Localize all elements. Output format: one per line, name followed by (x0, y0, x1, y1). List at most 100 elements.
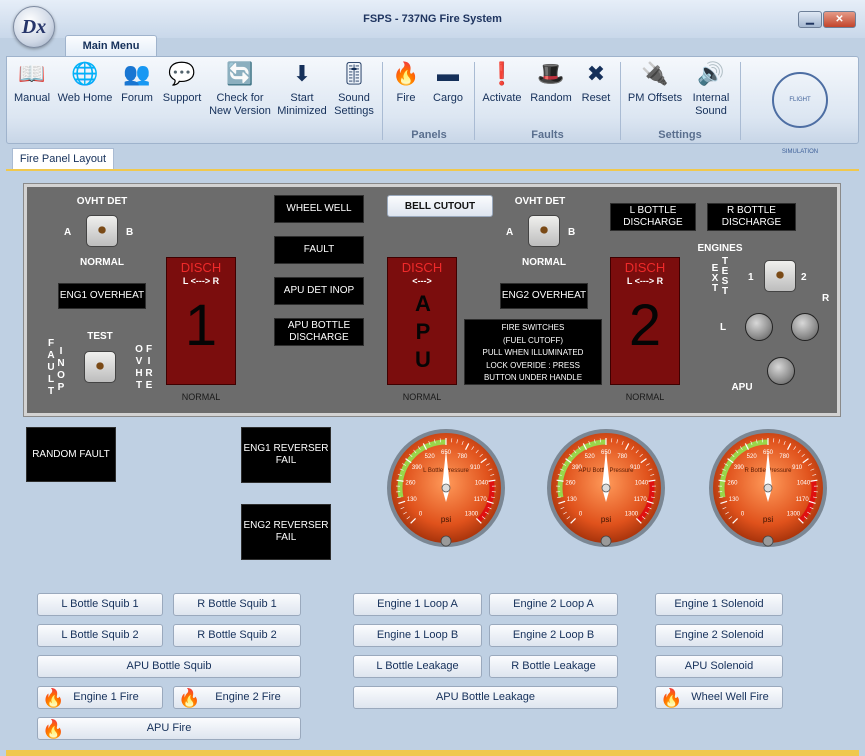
engine2-normal-label: NORMAL (625, 392, 665, 402)
ovht-det-left-switch[interactable]: ⏺ (86, 215, 118, 247)
reset-button[interactable]: ✖ Reset (576, 60, 616, 124)
reset-label: Reset (581, 92, 611, 104)
eng2-overheat-light: ENG2 OVERHEAT (500, 283, 588, 309)
ovht-vertical-label: OVHT (135, 344, 143, 391)
fire-switches-placard: FIRE SWITCHES (FUEL CUTOFF) PULL WHEN IL… (464, 319, 602, 385)
bell-cutout-button[interactable]: BELL CUTOUT (387, 195, 493, 217)
r-bottle-squib-1-button[interactable]: R Bottle Squib 1 (173, 593, 301, 616)
gauge-adjust-knob (762, 535, 774, 547)
gauge-tick-label: 780 (779, 454, 790, 460)
ext-test-l-lamp (745, 313, 773, 341)
r-bottle-pressure-gauge: 0130260390520650780910104011701300R Bott… (709, 429, 827, 547)
engine-2-loop-b-button[interactable]: Engine 2 Loop B (489, 624, 618, 647)
close-button[interactable]: ✕ (823, 11, 856, 28)
pm-offsets-button[interactable]: 🔌 PM Offsets (624, 60, 686, 124)
gauge-tick-label: 1170 (474, 497, 488, 503)
ext-test-r-label: R (822, 293, 830, 304)
disch-arrow-label: <---> (412, 276, 432, 286)
fire-icon: 🔥 (42, 688, 65, 708)
gauge-unit: psi (441, 515, 451, 524)
sound-settings-button[interactable]: 🎚 Sound Settings (330, 60, 378, 124)
disch-label: DISCH (624, 260, 666, 275)
support-icon: 💬 (168, 61, 196, 86)
gauge-hub (441, 483, 451, 493)
pm-offsets-label: PM Offsets (627, 92, 683, 104)
cargo-panel-button[interactable]: ▬ Cargo (428, 60, 468, 124)
fault-vertical-label: FAULT (47, 338, 55, 397)
apu-bottle-leakage-button[interactable]: APU Bottle Leakage (353, 686, 618, 709)
toggle-switch-icon: ⏺ (95, 358, 104, 375)
engine2-fire-handle[interactable]: DISCH L <---> R 2 (610, 257, 680, 385)
tab-fire-panel-layout[interactable]: Fire Panel Layout (12, 148, 114, 170)
ext-test-switch[interactable]: ⏺ (764, 260, 796, 292)
engine-2-fire-button[interactable]: 🔥 Engine 2 Fire (173, 686, 301, 709)
fire-vertical-label: FIRE (145, 344, 153, 391)
ovht-det-left-label: OVHT DET (76, 196, 128, 207)
ovht-det-right-label: OVHT DET (514, 196, 566, 207)
group-label-settings: Settings (658, 129, 702, 141)
engine-2-loop-a-button[interactable]: Engine 2 Loop A (489, 593, 618, 616)
engine-1-fire-button[interactable]: 🔥 Engine 1 Fire (37, 686, 163, 709)
internal-sound-button[interactable]: 🔊 Internal Sound (688, 60, 734, 124)
tab-main-menu[interactable]: Main Menu (65, 35, 157, 57)
ovht-det-right-b-label: B (568, 227, 576, 238)
gauge-tick-label: 390 (412, 465, 423, 471)
gauge-tick-label: 1040 (475, 480, 489, 486)
ext-test-r-lamp (791, 313, 819, 341)
manual-button[interactable]: 📖 Manual (9, 60, 55, 124)
engine-1-loop-a-button[interactable]: Engine 1 Loop A (353, 593, 482, 616)
l-bottle-squib-2-button[interactable]: L Bottle Squib 2 (37, 624, 163, 647)
update-icon: 🔄 (226, 61, 254, 86)
engine-2-solenoid-button[interactable]: Engine 2 Solenoid (655, 624, 783, 647)
support-button[interactable]: 💬 Support (158, 60, 206, 124)
inop-vertical-label: INOP (57, 346, 65, 393)
apu-fire-button[interactable]: 🔥 APU Fire (37, 717, 301, 740)
minimize-button[interactable]: ▁ (798, 11, 822, 28)
ovht-det-right-switch[interactable]: ⏺ (528, 215, 560, 247)
l-bottle-squib-1-button[interactable]: L Bottle Squib 1 (37, 593, 163, 616)
group-label-faults: Faults (531, 129, 564, 141)
apu-fire-handle[interactable]: DISCH <---> APU (387, 257, 457, 385)
r-bottle-discharge-light: R BOTTLE DISCHARGE (707, 203, 796, 231)
ovht-det-right-a-label: A (506, 227, 514, 238)
web-home-icon: 🌐 (71, 61, 99, 86)
engine1-fire-handle[interactable]: DISCH L <---> R 1 (166, 257, 236, 385)
apu-bottle-squib-button[interactable]: APU Bottle Squib (37, 655, 301, 678)
r-bottle-squib-2-button[interactable]: R Bottle Squib 2 (173, 624, 301, 647)
support-label: Support (162, 92, 202, 104)
gauge-tick-label: 260 (565, 480, 576, 486)
disch-number: 2 (628, 293, 662, 358)
reset-icon: ✖ (586, 61, 606, 86)
ext-test-apu-lamp (767, 357, 795, 385)
engine-1-loop-b-button[interactable]: Engine 1 Loop B (353, 624, 482, 647)
app-icon[interactable]: Dx (13, 6, 55, 48)
ovht-det-left-b-label: B (126, 227, 134, 238)
ovht-det-left-normal: NORMAL (80, 257, 124, 268)
gauge-adjust-knob (600, 535, 612, 547)
start-minimized-button[interactable]: ⬇ Start Minimized (275, 60, 329, 124)
gauge-tick-label: 130 (729, 497, 740, 503)
ext-vertical-label: EXT (711, 263, 719, 294)
l-bottle-leakage-button[interactable]: L Bottle Leakage (353, 655, 482, 678)
check-version-button[interactable]: 🔄 Check for New Version (207, 60, 273, 124)
random-button[interactable]: 🎩 Random (527, 60, 575, 124)
ext-test-2-label: 2 (801, 272, 807, 283)
fire-panel-button[interactable]: 🔥 Fire (386, 60, 426, 124)
forum-button[interactable]: 👥 Forum (116, 60, 158, 124)
gauge-tick-label: 520 (747, 454, 758, 460)
apu-solenoid-button[interactable]: APU Solenoid (655, 655, 783, 678)
ext-test-l-label: L (720, 322, 727, 333)
web-home-button[interactable]: 🌐 Web Home (56, 60, 114, 124)
forum-icon: 👥 (123, 61, 151, 86)
wheel-well-fire-button[interactable]: 🔥 Wheel Well Fire (655, 686, 783, 709)
r-bottle-leakage-button[interactable]: R Bottle Leakage (489, 655, 618, 678)
activate-button[interactable]: ❗ Activate (478, 60, 526, 124)
activate-label: Activate (482, 92, 522, 104)
test-switch[interactable]: ⏺ (84, 351, 116, 383)
test-label: TEST (87, 331, 113, 342)
engine1-normal-label: NORMAL (181, 392, 221, 402)
engine-1-solenoid-button[interactable]: Engine 1 Solenoid (655, 593, 783, 616)
disch-label: DISCH (401, 260, 443, 275)
ext-test-apu-label: APU (731, 382, 753, 393)
fire-icon: 🔥 (660, 688, 683, 708)
